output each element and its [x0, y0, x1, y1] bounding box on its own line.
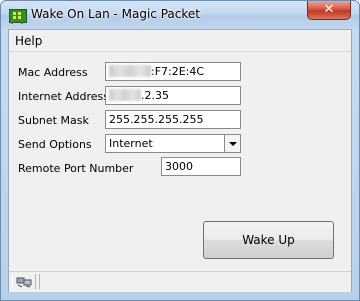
- mac-address-label: Mac Address: [18, 66, 88, 79]
- redacted-ip-prefix: [109, 89, 141, 101]
- send-options-value: Internet: [109, 137, 153, 150]
- send-options-combo[interactable]: Internet: [105, 134, 241, 153]
- title-bar[interactable]: Wake On Lan - Magic Packet ✕: [1, 1, 359, 29]
- status-text-pane: [39, 274, 348, 289]
- internet-address-field[interactable]: .2.35: [105, 86, 241, 105]
- network-card-icon[interactable]: [9, 9, 27, 24]
- remote-port-field[interactable]: 3000: [161, 157, 241, 176]
- chevron-down-icon[interactable]: [224, 135, 240, 152]
- menu-bar: Help: [9, 30, 351, 50]
- network-status-icon: [12, 274, 36, 289]
- window-title: Wake On Lan - Magic Packet: [31, 7, 200, 21]
- subnet-mask-label: Subnet Mask: [18, 114, 89, 127]
- menu-separator: [9, 51, 351, 52]
- redacted-mac-prefix: [109, 65, 151, 77]
- status-bar: [9, 271, 351, 292]
- client-area: Help Mac Address :F7:2E:4C Internet Addr…: [8, 29, 352, 292]
- app-window: Wake On Lan - Magic Packet ✕ Help Mac Ad…: [0, 0, 360, 301]
- mac-address-field[interactable]: :F7:2E:4C: [105, 62, 241, 81]
- send-options-label: Send Options: [18, 138, 92, 151]
- close-button[interactable]: ✕: [307, 1, 351, 20]
- subnet-mask-field[interactable]: 255.255.255.255: [105, 110, 241, 129]
- internet-address-label: Internet Address: [18, 90, 109, 103]
- menu-help[interactable]: Help: [15, 34, 42, 48]
- wake-up-button[interactable]: Wake Up: [203, 221, 334, 259]
- remote-port-label: Remote Port Number: [18, 162, 134, 175]
